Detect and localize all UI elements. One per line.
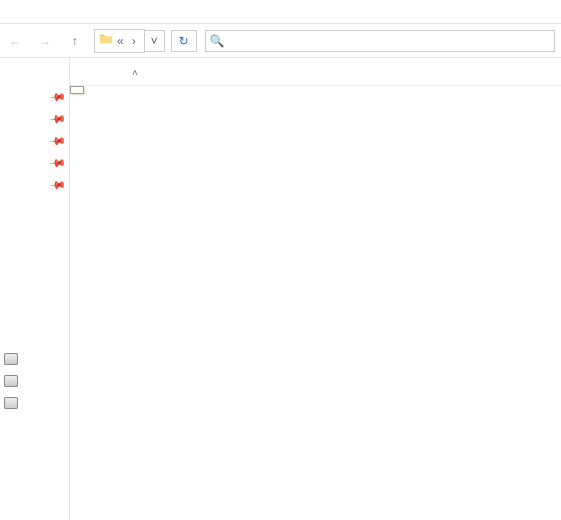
drive-icon <box>4 375 18 387</box>
sidebar-drive[interactable] <box>0 392 69 414</box>
column-headers[interactable]: ˄ <box>70 58 561 86</box>
pin-icon: 📌 <box>49 154 68 173</box>
file-list-area: ˄ <box>70 58 561 520</box>
pin-icon: 📌 <box>49 88 68 107</box>
chevron-left-icon: « <box>117 34 124 48</box>
drive-icon <box>4 397 18 409</box>
ribbon-partial <box>0 0 561 24</box>
address-dropdown[interactable]: ˅ <box>145 30 165 52</box>
sidebar: 📌 📌 📌 📌 📌 <box>0 58 70 520</box>
tooltip <box>70 86 84 94</box>
drive-icon <box>4 353 18 365</box>
column-name[interactable]: ˄ <box>70 65 350 79</box>
sidebar-item[interactable]: 📌 <box>0 86 69 108</box>
sidebar-item[interactable]: 📌 <box>0 152 69 174</box>
sidebar-item[interactable]: 📌 <box>0 174 69 196</box>
up-button[interactable]: ↑ <box>62 28 88 54</box>
sidebar-item[interactable] <box>0 64 69 86</box>
chevron-right-icon: › <box>132 34 136 48</box>
forward-button[interactable]: → <box>32 28 58 54</box>
pin-icon: 📌 <box>49 132 68 151</box>
sidebar-drive[interactable] <box>0 348 69 370</box>
back-button[interactable]: ← <box>2 28 28 54</box>
sidebar-item[interactable] <box>0 196 69 218</box>
folder-icon <box>99 32 113 49</box>
sort-indicator: ˄ <box>132 68 138 79</box>
nav-bar: ← → ↑ « › ˅ ↻ 🔍 <box>0 24 561 58</box>
pin-icon: 📌 <box>49 110 68 129</box>
breadcrumb[interactable]: « › <box>94 29 145 53</box>
search-icon: 🔍 <box>210 34 225 48</box>
sidebar-item[interactable]: 📌 <box>0 108 69 130</box>
sidebar-drive[interactable] <box>0 370 69 392</box>
search-input[interactable]: 🔍 <box>205 30 555 52</box>
sidebar-item[interactable]: 📌 <box>0 130 69 152</box>
refresh-button[interactable]: ↻ <box>171 30 197 52</box>
pin-icon: 📌 <box>49 176 68 195</box>
